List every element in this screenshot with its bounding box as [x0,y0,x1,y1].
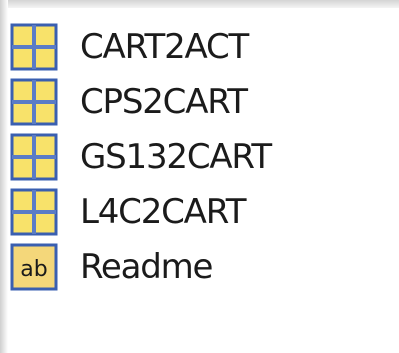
table-icon [10,23,58,70]
window-left-edge [0,0,8,353]
text-icon: ab [10,243,58,290]
file-list: CART2ACT CPS2CART GS132CART L4C2CART ab [10,19,390,294]
list-item-label: Readme [80,246,213,287]
table-icon [10,188,58,235]
window-top-edge [0,0,399,8]
list-item-cps2cart[interactable]: CPS2CART [10,74,390,129]
table-icon [10,133,58,180]
list-item-label: CPS2CART [80,81,248,122]
list-item-label: L4C2CART [80,191,246,232]
list-item-cart2act[interactable]: CART2ACT [10,19,390,74]
list-item-readme[interactable]: ab Readme [10,239,390,294]
text-icon-glyph: ab [20,257,47,282]
list-item-label: GS132CART [80,136,272,177]
list-item-gs132cart[interactable]: GS132CART [10,129,390,184]
list-item-label: CART2ACT [80,26,249,67]
list-item-l4c2cart[interactable]: L4C2CART [10,184,390,239]
table-icon [10,78,58,125]
